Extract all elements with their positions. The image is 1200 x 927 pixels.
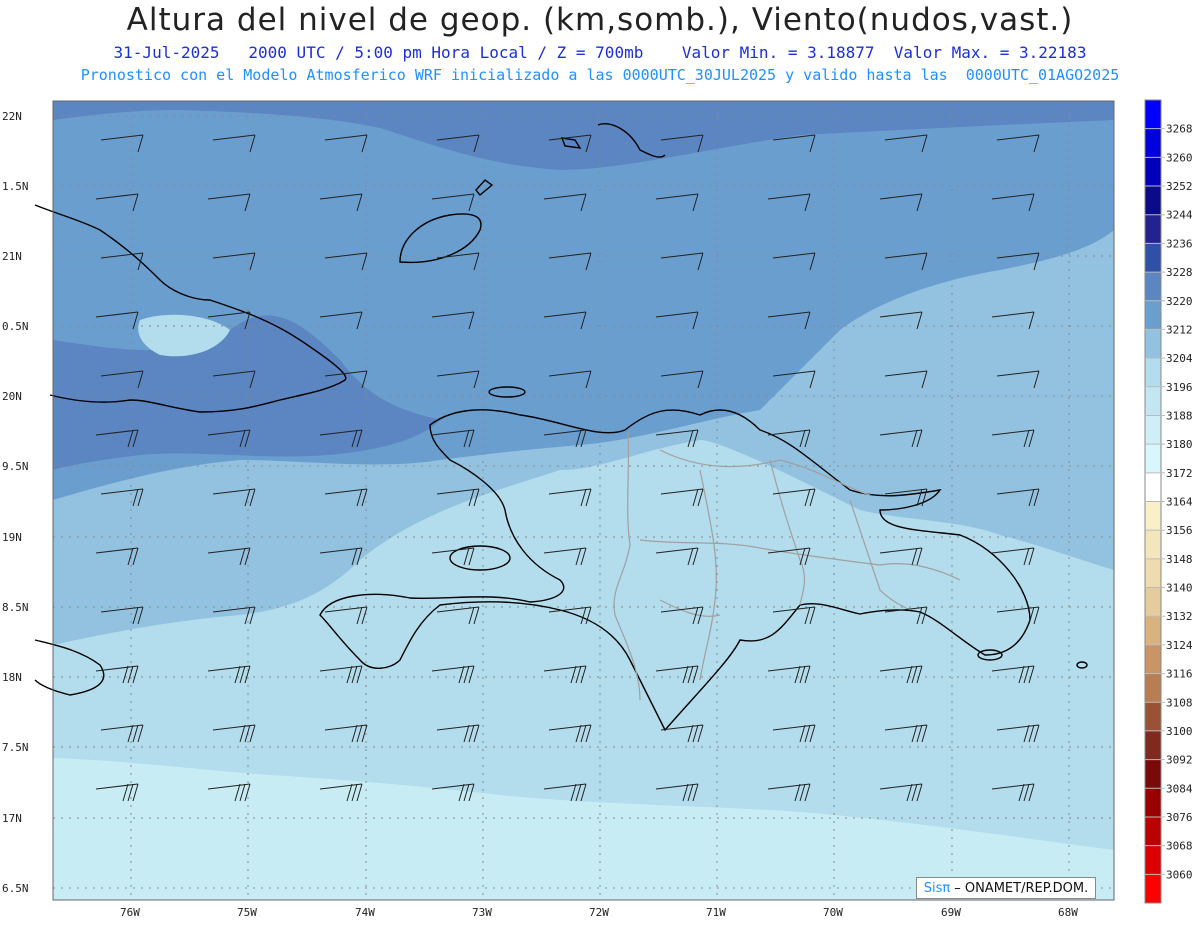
colorbar-swatch xyxy=(1145,472,1161,502)
lat-label: 18N xyxy=(2,671,22,684)
colorbar-swatch xyxy=(1145,730,1161,761)
colorbar-swatch xyxy=(1145,100,1161,130)
geopotential-map: 22N 1.5N 21N 0.5N 20N 9.5N 19N 8.5N 18N … xyxy=(2,99,1193,919)
colorbar-swatch xyxy=(1145,386,1161,416)
colorbar-swatch xyxy=(1145,358,1161,388)
lat-label: 17N xyxy=(2,812,22,825)
colorbar-swatch xyxy=(1145,186,1161,216)
colorbar-label: 3260 xyxy=(1166,151,1193,164)
lon-label: 72W xyxy=(589,906,609,919)
colorbar-swatch xyxy=(1145,558,1161,589)
lat-axis: 22N 1.5N 21N 0.5N 20N 9.5N 19N 8.5N 18N … xyxy=(2,110,29,895)
colorbar-label: 3100 xyxy=(1166,725,1193,738)
colorbar-swatch xyxy=(1145,501,1161,531)
colorbar-swatch xyxy=(1145,530,1161,560)
lon-label: 68W xyxy=(1058,906,1078,919)
colorbar-label: 3252 xyxy=(1166,180,1193,193)
lon-label: 75W xyxy=(237,906,257,919)
colorbar-label: 3188 xyxy=(1166,409,1193,422)
lon-label: 70W xyxy=(823,906,843,919)
colorbar-label: 3108 xyxy=(1166,696,1193,709)
colorbar-swatch xyxy=(1145,702,1161,732)
lat-label: 20N xyxy=(2,390,22,403)
colorbar-swatch xyxy=(1145,759,1161,789)
lat-label: 8.5N xyxy=(2,601,29,614)
colorbar-swatch xyxy=(1145,157,1161,187)
lat-label: 9.5N xyxy=(2,460,29,473)
colorbar-swatch xyxy=(1145,587,1161,617)
colorbar-label: 3060 xyxy=(1166,868,1193,881)
colorbar-label: 3068 xyxy=(1166,840,1193,853)
colorbar-label: 3228 xyxy=(1166,266,1193,279)
colorbar: 3268 3260 3252 3244 3236 3228 3220 3212 3204 3196… xyxy=(1144,99,1193,904)
colorbar-swatch xyxy=(1145,329,1161,359)
lon-label: 71W xyxy=(706,906,726,919)
colorbar-label: 3180 xyxy=(1166,438,1193,451)
colorbar-label: 3212 xyxy=(1166,323,1193,336)
colorbar-label: 3156 xyxy=(1166,524,1193,537)
lon-label: 69W xyxy=(941,906,961,919)
colorbar-swatch xyxy=(1145,816,1161,847)
lat-label: 7.5N xyxy=(2,741,29,754)
colorbar-label: 3236 xyxy=(1166,237,1193,250)
lat-label: 6.5N xyxy=(2,882,29,895)
colorbar-swatch xyxy=(1145,444,1161,474)
lat-label: 22N xyxy=(2,110,22,123)
colorbar-label: 3140 xyxy=(1166,582,1193,595)
colorbar-label: 3204 xyxy=(1166,352,1193,365)
colorbar-swatch xyxy=(1145,415,1161,445)
lon-label: 73W xyxy=(472,906,492,919)
colorbar-swatch xyxy=(1145,644,1161,675)
colorbar-label: 3244 xyxy=(1166,209,1193,222)
colorbar-label: 3124 xyxy=(1166,639,1193,652)
colorbar-swatch xyxy=(1145,214,1161,244)
credit-org: – ONAMET/REP.DOM. xyxy=(954,880,1089,896)
lon-label: 74W xyxy=(355,906,375,919)
colorbar-label: 3172 xyxy=(1166,467,1193,480)
colorbar-label: 3116 xyxy=(1166,668,1193,681)
credit-box: Sisπ – ONAMET/REP.DOM. xyxy=(916,877,1096,899)
colorbar-swatch xyxy=(1145,128,1161,158)
lon-axis: 76W 75W 74W 73W 72W 71W 70W 69W 68W xyxy=(120,906,1078,919)
colorbar-swatch xyxy=(1145,788,1161,818)
colorbar-swatch xyxy=(1145,272,1161,302)
colorbar-label: 3084 xyxy=(1166,782,1193,795)
colorbar-swatch xyxy=(1145,300,1161,330)
colorbar-label: 3220 xyxy=(1166,295,1193,308)
colorbar-label: 3092 xyxy=(1166,754,1193,767)
colorbar-label: 3268 xyxy=(1166,123,1193,136)
colorbar-label: 3164 xyxy=(1166,496,1193,509)
colorbar-swatch xyxy=(1145,243,1161,273)
lon-label: 76W xyxy=(120,906,140,919)
colorbar-swatch xyxy=(1145,673,1161,703)
lat-label: 1.5N xyxy=(2,180,29,193)
colorbar-label: 3196 xyxy=(1166,381,1193,394)
colorbar-label: 3132 xyxy=(1166,610,1193,623)
colorbar-swatch xyxy=(1145,616,1161,646)
lat-label: 21N xyxy=(2,250,22,263)
lat-label: 19N xyxy=(2,531,22,544)
colorbar-label: 3076 xyxy=(1166,811,1193,824)
colorbar-label: 3148 xyxy=(1166,553,1193,566)
colorbar-swatch xyxy=(1145,874,1161,904)
colorbar-swatch xyxy=(1145,845,1161,875)
sispi-logo: Sisπ xyxy=(923,880,951,896)
lat-label: 0.5N xyxy=(2,320,29,333)
